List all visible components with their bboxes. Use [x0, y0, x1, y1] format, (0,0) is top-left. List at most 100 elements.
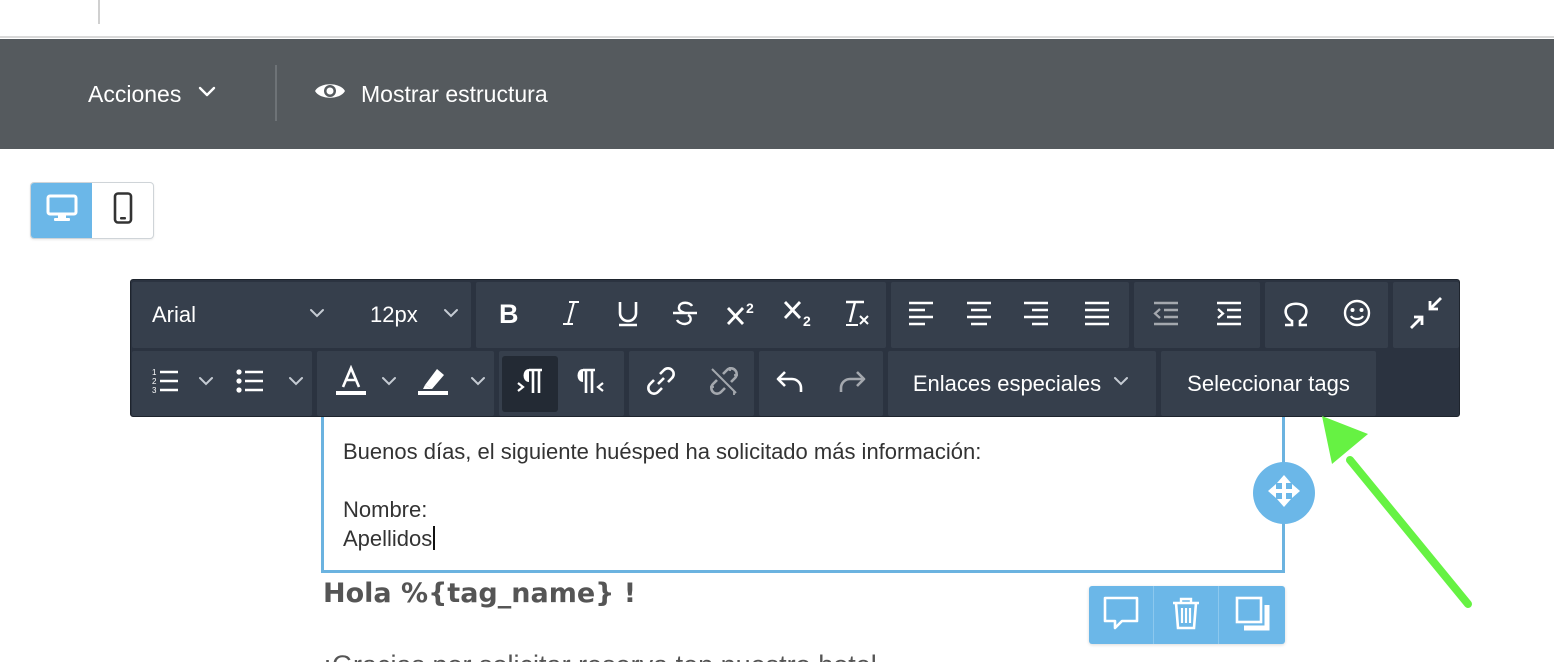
unlink-icon — [708, 365, 740, 402]
font-family-value: Arial — [152, 302, 197, 327]
top-strip — [0, 0, 1554, 38]
editor-line: Buenos días, el siguiente huésped ha sol… — [343, 439, 982, 464]
color-group — [317, 351, 494, 416]
ltr-icon — [515, 367, 545, 400]
italic-button[interactable] — [542, 282, 599, 348]
smile-icon — [1342, 298, 1372, 333]
bold-icon: B — [496, 299, 522, 332]
chevron-down-icon — [307, 303, 327, 328]
comment-button[interactable] — [1089, 586, 1154, 644]
strikethrough-button[interactable] — [656, 282, 713, 348]
desktop-view-button[interactable] — [31, 183, 92, 238]
underline-icon — [616, 299, 640, 332]
text-caret — [433, 526, 436, 550]
monitor-icon — [46, 194, 78, 227]
direction-group — [499, 351, 624, 416]
insert-link-button[interactable] — [629, 351, 693, 416]
strikethrough-icon — [671, 299, 699, 332]
comment-icon — [1102, 595, 1140, 636]
bullet-list-button[interactable] — [222, 351, 312, 416]
highlight-color-button[interactable] — [405, 351, 494, 416]
outdent-icon — [1152, 300, 1180, 331]
chevron-down-icon — [441, 303, 461, 328]
align-left-button[interactable] — [891, 282, 950, 348]
collapse-button[interactable] — [1393, 282, 1459, 348]
align-right-button[interactable] — [1007, 282, 1064, 348]
divider — [98, 0, 100, 24]
undo-icon — [775, 367, 805, 400]
text-color-button[interactable] — [317, 351, 405, 416]
mobile-view-button[interactable] — [92, 183, 153, 238]
page: Acciones Mostrar estructura Buenos días, — [0, 0, 1554, 662]
remove-format-button[interactable] — [827, 282, 886, 348]
svg-text:2: 2 — [746, 300, 754, 316]
align-group — [891, 282, 1129, 348]
delete-button[interactable] — [1154, 586, 1219, 644]
remove-format-icon — [842, 298, 872, 333]
collapse-icon — [1408, 295, 1444, 336]
copy-icon — [1234, 595, 1270, 636]
divider — [275, 65, 277, 121]
chevron-down-icon — [1111, 371, 1131, 396]
align-center-icon — [965, 300, 993, 331]
chevron-down-icon — [195, 79, 219, 109]
link-group — [629, 351, 754, 416]
chevron-down-icon — [286, 371, 306, 396]
underline-button[interactable] — [599, 282, 656, 348]
bold-button[interactable]: B — [476, 282, 542, 348]
trash-icon — [1170, 595, 1202, 636]
redo-icon — [837, 367, 867, 400]
align-justify-button[interactable] — [1064, 282, 1129, 348]
emoji-button[interactable] — [1326, 282, 1388, 348]
editor-line-caret: Apellidos — [343, 524, 981, 553]
link-icon — [645, 365, 677, 402]
superscript-button[interactable]: 2 — [713, 282, 770, 348]
svg-text:3: 3 — [152, 386, 157, 395]
actions-dropdown[interactable]: Acciones — [88, 79, 219, 109]
subscript-button[interactable]: 2 — [770, 282, 827, 348]
special-links-dropdown[interactable]: Enlaces especiales — [888, 351, 1156, 416]
font-size-select[interactable]: 12px — [347, 282, 471, 348]
chevron-down-icon — [379, 371, 399, 396]
unlink-button[interactable] — [693, 351, 754, 416]
special-links-label: Enlaces especiales — [912, 370, 1102, 396]
svg-text:1: 1 — [152, 368, 157, 377]
font-family-select[interactable]: Arial — [132, 282, 347, 348]
fullscreen-group — [1393, 282, 1459, 348]
omega-icon — [1281, 298, 1311, 333]
editor-content[interactable]: Buenos días, el siguiente huésped ha sol… — [343, 437, 981, 553]
action-bar: Acciones Mostrar estructura — [0, 39, 1554, 149]
history-group — [759, 351, 883, 416]
duplicate-button[interactable] — [1219, 586, 1284, 644]
indent-button[interactable] — [1197, 282, 1260, 348]
redo-button[interactable] — [821, 351, 883, 416]
select-tags-label: Seleccionar tags — [1187, 370, 1350, 396]
outdent-button[interactable] — [1134, 282, 1197, 348]
show-structure-button[interactable]: Mostrar estructura — [313, 79, 548, 109]
svg-text:2: 2 — [152, 377, 157, 386]
highlighter-icon — [417, 365, 449, 402]
move-icon — [1264, 471, 1304, 516]
rtl-icon — [575, 367, 605, 400]
superscript-icon: 2 — [725, 299, 759, 332]
subscript-icon: 2 — [782, 299, 816, 332]
block-toolbar — [1089, 586, 1285, 644]
rtl-button[interactable] — [558, 351, 621, 416]
special-char-button[interactable] — [1265, 282, 1326, 348]
editor-line: Nombre: — [343, 497, 428, 522]
align-right-icon — [1022, 300, 1050, 331]
numbered-list-button[interactable]: 123 — [132, 351, 222, 416]
align-center-button[interactable] — [950, 282, 1007, 348]
text-style-group: B 2 2 — [476, 282, 886, 348]
align-justify-icon — [1083, 300, 1111, 331]
device-toggle — [30, 182, 154, 239]
indent-icon — [1215, 300, 1243, 331]
ltr-button[interactable] — [502, 355, 558, 412]
list-group: 123 — [132, 351, 312, 416]
font-size-value: 12px — [370, 302, 418, 327]
svg-text:2: 2 — [803, 313, 811, 327]
actions-label: Acciones — [88, 80, 182, 107]
smartphone-icon — [113, 192, 133, 229]
italic-icon — [561, 299, 581, 332]
undo-button[interactable] — [759, 351, 821, 416]
